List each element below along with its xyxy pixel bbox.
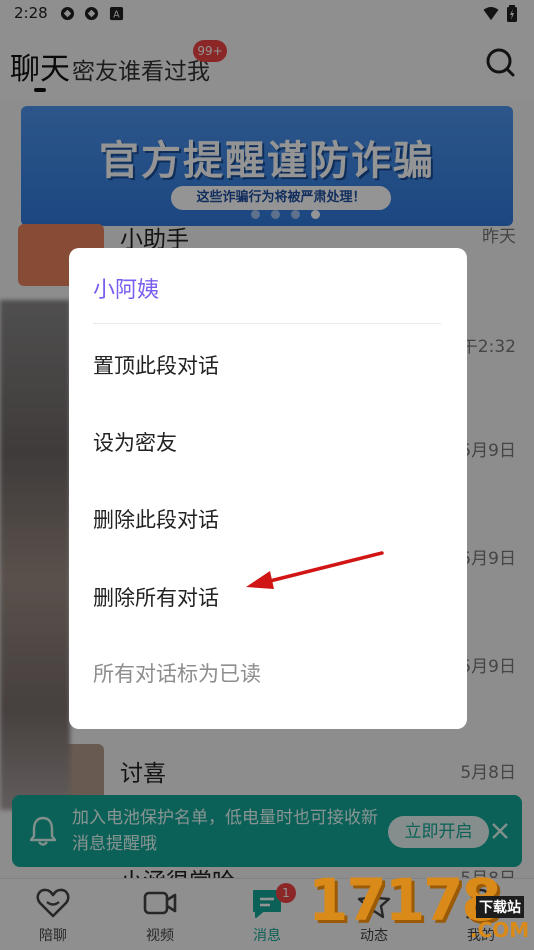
annotation-arrow-icon: [246, 551, 384, 589]
dialog-title: 小阿姨: [93, 278, 160, 303]
pin-conversation-option[interactable]: 置顶此段对话: [69, 332, 467, 398]
watermark-domain: .COM: [470, 918, 530, 942]
option-label: 所有对话标为已读: [93, 662, 261, 686]
delete-conversation-option[interactable]: 删除此段对话: [69, 486, 467, 552]
site-watermark: 17178 下载站 .COM: [304, 860, 534, 950]
option-label: 删除所有对话: [93, 586, 219, 610]
option-label: 置顶此段对话: [93, 354, 219, 378]
set-close-friend-option[interactable]: 设为密友: [69, 409, 467, 475]
conversation-options-dialog: 小阿姨 置顶此段对话 设为密友 删除此段对话 删除所有对话 所有对话标为已读: [69, 248, 467, 729]
mark-all-read-option[interactable]: 所有对话标为已读: [69, 640, 467, 706]
option-label: 删除此段对话: [93, 508, 219, 532]
option-label: 设为密友: [93, 431, 177, 455]
dialog-divider: [93, 323, 441, 324]
watermark-site: 下载站: [476, 896, 524, 918]
